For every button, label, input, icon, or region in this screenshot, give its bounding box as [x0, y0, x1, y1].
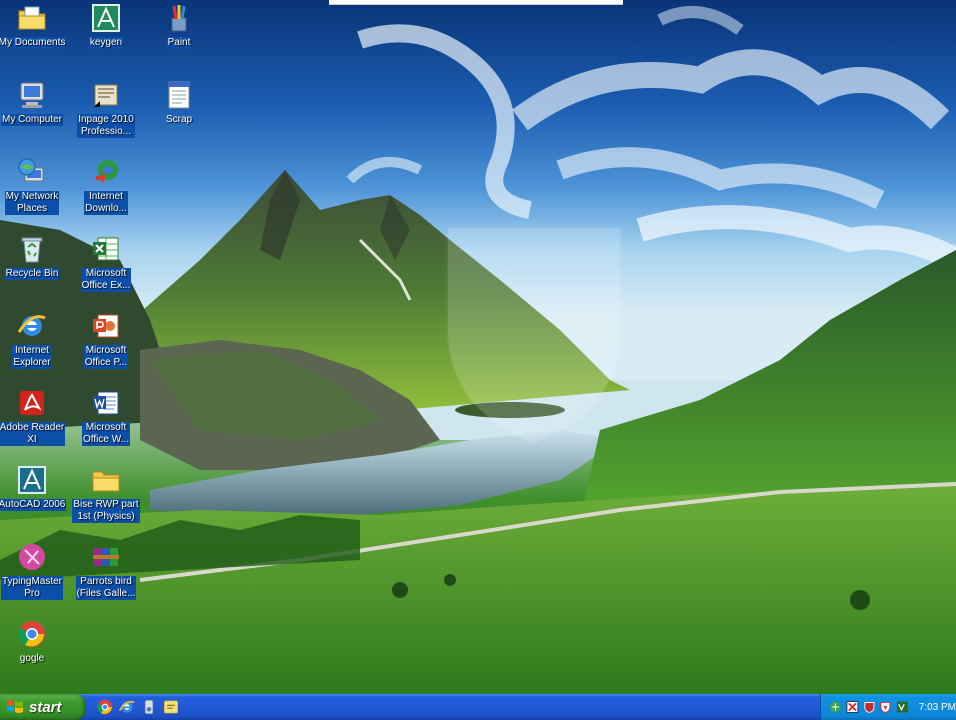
chrome-icon[interactable]	[96, 698, 114, 716]
desktop-icon-autocad[interactable]: AutoCAD 2006	[0, 464, 68, 511]
desktop-icon-my-documents[interactable]: My Documents	[0, 2, 68, 49]
desktop-icon-my-computer[interactable]: My Computer	[0, 79, 68, 126]
desktop-icon-bise-folder[interactable]: Bise RWP part 1st (Physics)	[70, 464, 142, 523]
icon-label: Paint	[166, 37, 192, 49]
start-label: start	[29, 698, 62, 716]
watermark-shield	[446, 226, 622, 445]
icon-label: AutoCAD 2006	[0, 499, 67, 511]
icon-label: Recycle Bin	[4, 268, 60, 280]
autocad-icon	[18, 466, 46, 494]
icon-label: Microsoft Office W...	[82, 422, 130, 446]
icon-label: My Computer	[0, 114, 63, 126]
quick-launch-bar	[96, 697, 180, 717]
adobe-reader-icon	[20, 391, 44, 415]
desktop-icon-internet-explorer[interactable]: Internet Explorer	[0, 310, 68, 369]
icon-label: Parrots bird (Files Galle...	[75, 576, 137, 600]
inpage-shortcut-icon	[94, 84, 118, 107]
icon-label: My Network Places	[4, 191, 60, 215]
tray-app-icon[interactable]	[846, 700, 859, 714]
network-icon[interactable]	[829, 700, 842, 714]
desktop-icon-inpage[interactable]: Inpage 2010 Professio...	[70, 79, 142, 138]
recycle-bin-icon	[21, 237, 43, 263]
desktop-icon-gogle[interactable]: gogle	[0, 618, 68, 665]
desktop-icon-paint[interactable]: Paint	[143, 2, 215, 49]
icon-label: Microsoft Office Ex...	[80, 268, 132, 292]
media-player-icon[interactable]	[140, 698, 158, 716]
winrar-archive-icon	[93, 548, 119, 566]
icon-label: My Documents	[0, 37, 67, 49]
icon-label: Bise RWP part 1st (Physics)	[72, 499, 140, 523]
icon-label: Internet Explorer	[12, 345, 52, 369]
windows-logo-icon	[7, 700, 23, 713]
network-globe-icon	[18, 158, 44, 182]
word-icon	[93, 391, 119, 415]
desktop-icon-typingmaster[interactable]: TypingMaster Pro	[0, 541, 68, 600]
desktop-icon-parrots-bird[interactable]: Parrots bird (Files Galle...	[70, 541, 142, 600]
excel-icon	[93, 237, 119, 261]
internet-explorer-icon[interactable]	[118, 698, 136, 716]
shield-icon[interactable]	[863, 700, 876, 714]
typingmaster-icon	[19, 544, 45, 570]
internet-download-manager-icon	[96, 160, 118, 184]
folder-documents-icon	[18, 6, 46, 30]
folder-icon	[92, 471, 120, 492]
virtual-desktop-icon[interactable]	[896, 700, 909, 714]
icon-label: TypingMaster Pro	[0, 576, 64, 600]
desktop-icon-my-network-places[interactable]: My Network Places	[0, 156, 68, 215]
desktop-icon-internet-download-manager[interactable]: Internet Downlo...	[70, 156, 142, 215]
keygen-app-icon	[92, 4, 120, 32]
powerpoint-icon	[93, 314, 119, 338]
chrome-icon	[18, 621, 45, 647]
icon-label: Inpage 2010 Professio...	[77, 114, 135, 138]
shield-red-icon[interactable]	[879, 700, 892, 714]
icon-label: gogle	[19, 653, 45, 664]
desktop-icon-recycle-bin[interactable]: Recycle Bin	[0, 233, 68, 280]
desktop-icon-word[interactable]: Microsoft Office W...	[70, 387, 142, 446]
icon-label: keygen	[88, 37, 124, 49]
computer-icon	[20, 82, 44, 108]
desktop-icon-scrap[interactable]: Scrap	[143, 79, 215, 126]
icon-label: Scrap	[165, 114, 193, 125]
internet-explorer-icon	[17, 315, 46, 336]
desktop-icon-adobe-reader[interactable]: Adobe Reader XI	[0, 387, 68, 446]
desktop-icon-powerpoint[interactable]: Microsoft Office P...	[70, 310, 142, 369]
desktop[interactable]: My Documents My Computer My Network Plac…	[0, 0, 956, 694]
messenger-icon[interactable]	[162, 698, 180, 716]
icon-label: Adobe Reader XI	[0, 422, 66, 446]
window-edge	[329, 0, 623, 5]
icon-label: Internet Downlo...	[84, 191, 128, 215]
start-button[interactable]: start	[0, 694, 86, 720]
taskbar: start 7:03 PM	[0, 694, 956, 720]
system-tray: 7:03 PM	[820, 694, 956, 720]
desktop-icon-keygen[interactable]: keygen	[70, 2, 142, 49]
icon-label: Microsoft Office P...	[83, 345, 129, 369]
clock[interactable]: 7:03 PM	[919, 702, 956, 713]
document-icon	[168, 81, 190, 109]
desktop-icon-excel[interactable]: Microsoft Office Ex...	[70, 233, 142, 292]
paint-brushes-icon	[171, 5, 187, 32]
